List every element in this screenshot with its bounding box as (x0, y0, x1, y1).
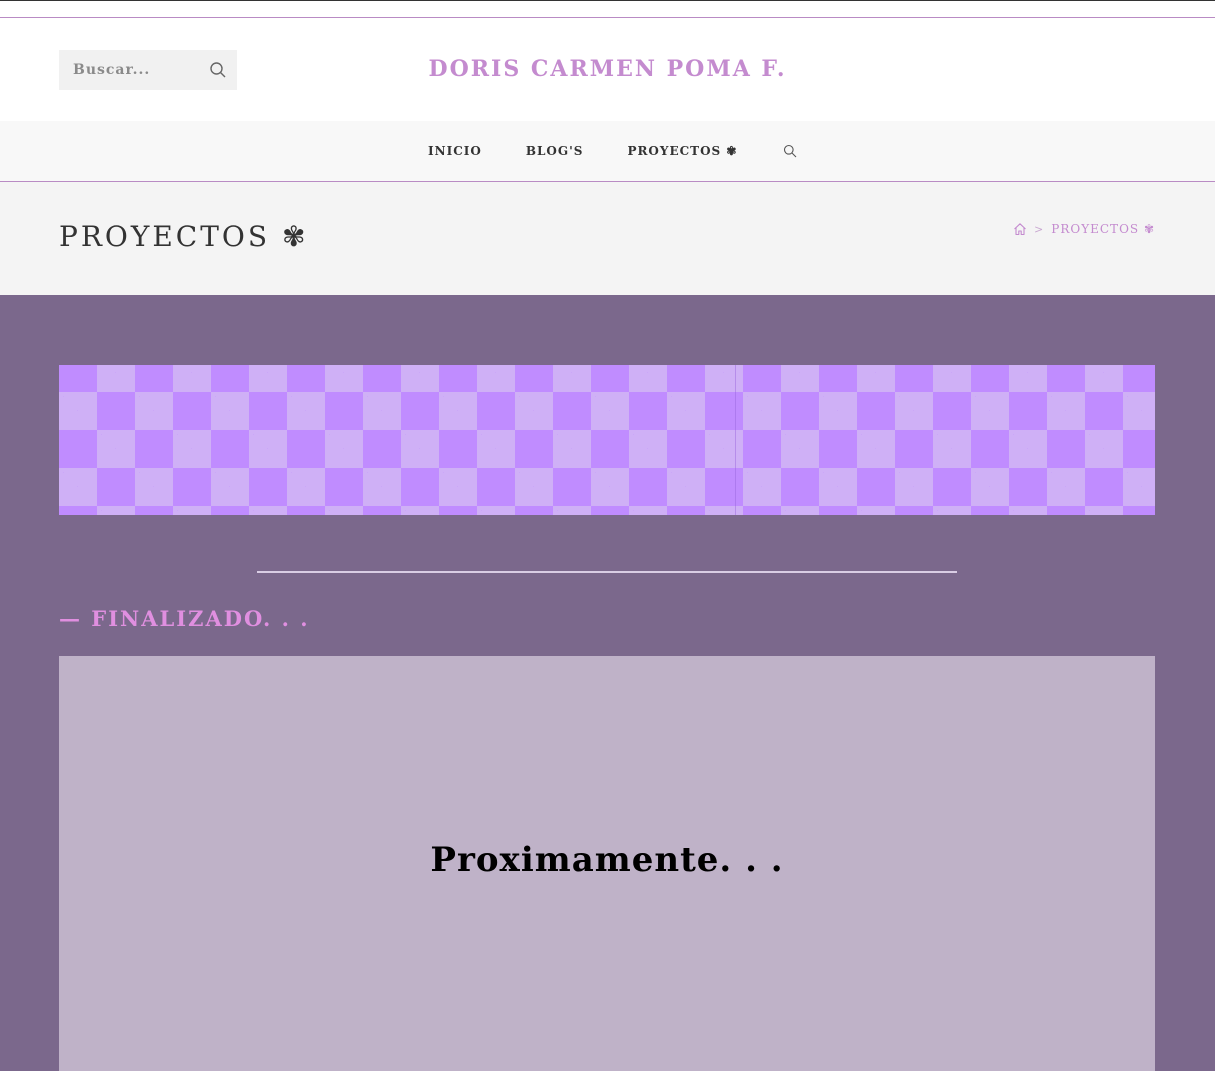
home-icon[interactable] (1013, 222, 1027, 236)
section-heading: — FINALIZADO. . . (59, 606, 310, 631)
page-header: PROYECTOS ✾ > PROYECTOS ✾ (0, 182, 1215, 295)
nav-item-blogs[interactable]: BLOG'S (526, 144, 584, 158)
main-content: — FINALIZADO. . . Proximamente. . . (0, 295, 1215, 1071)
page-title: PROYECTOS ✾ (59, 220, 309, 253)
main-navigation: INICIO BLOG'S PROYECTOS ✾ (0, 121, 1215, 182)
site-header: DORIS CARMEN POMA F. (0, 18, 1215, 121)
site-title[interactable]: DORIS CARMEN POMA F. (0, 56, 1215, 82)
nav-menu: INICIO BLOG'S PROYECTOS ✾ (428, 121, 797, 181)
content-placeholder-box: Proximamente. . . (59, 656, 1155, 1071)
nav-item-inicio[interactable]: INICIO (428, 144, 482, 158)
checkered-banner-image (59, 365, 1155, 515)
breadcrumb-separator: > (1034, 222, 1045, 236)
banner-seam (735, 365, 736, 515)
section-divider (257, 571, 957, 573)
breadcrumb: > PROYECTOS ✾ (1013, 222, 1155, 236)
coming-soon-text: Proximamente. . . (430, 840, 784, 880)
nav-search-icon[interactable] (783, 144, 797, 158)
breadcrumb-current: PROYECTOS ✾ (1051, 222, 1155, 236)
nav-item-proyectos[interactable]: PROYECTOS ✾ (627, 144, 737, 158)
top-border (0, 0, 1215, 1)
